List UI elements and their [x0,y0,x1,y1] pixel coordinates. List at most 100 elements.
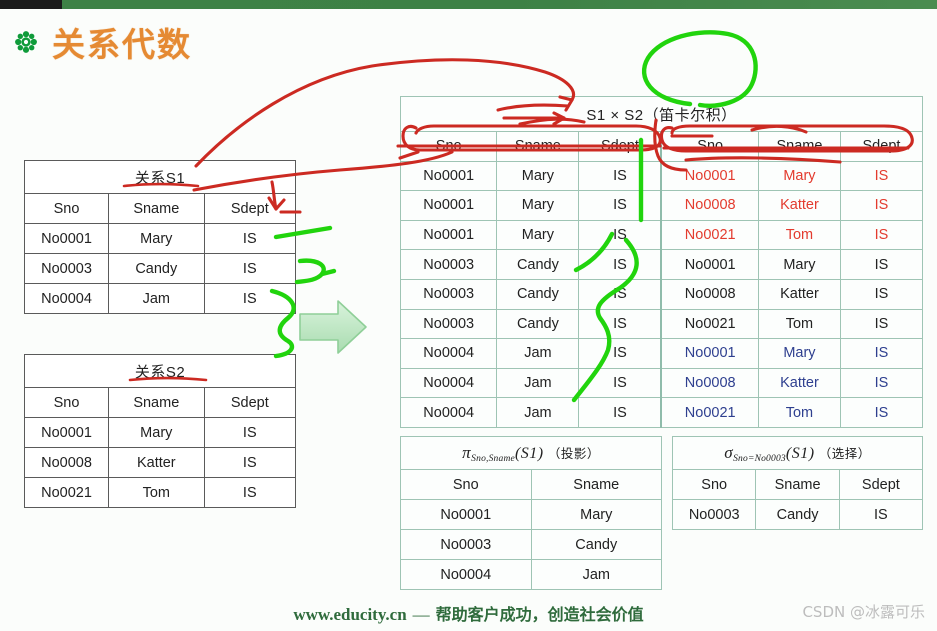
column-header: Sno [23,193,110,224]
table-header-row: Sno Sname Sdept [671,469,924,500]
projection-subscript: Sno,Sname [471,453,515,464]
table-header-row: Sno Sname Sdept Sno Sname Sdept [399,131,924,162]
table-row: No0004 Jam IS No0008 Katter IS [399,367,924,399]
selection-subscript: Sno=No0003 [733,453,786,464]
table-cell: No0001 [399,219,498,251]
table-caption: 关系S1 [24,160,296,194]
slide-canvas: 关系代数 关系S1 Sno Sname Sdept No0001 Mary IS… [0,0,937,631]
table-cell: No0021 [660,219,759,251]
table-cell: No0004 [399,397,498,428]
table-cell: Mary [496,219,580,251]
column-header: Sname [530,469,663,500]
projection-operator-symbol: π [462,442,472,462]
table-cell: Tom [757,308,841,340]
table-caption: σSno=No0003(S1) （选择） [672,436,923,470]
table-cell: No0001 [399,190,498,221]
csdn-watermark: CSDN @冰露可乐 [802,603,925,621]
selection-operator-symbol: σ [724,442,734,462]
table-cell: IS [578,160,662,192]
column-header: Sname [108,387,205,418]
flow-arrow-icon [299,300,367,354]
table-cell: IS [203,253,297,284]
table-cell: IS [578,308,662,340]
table-relation-s1: 关系S1 Sno Sname Sdept No0001 Mary IS No00… [23,160,297,314]
table-cell: Candy [755,499,840,530]
table-cell: No0003 [399,308,498,340]
table-cell: No0001 [23,223,110,254]
table-cell: IS [203,417,297,448]
table-cell: No0003 [399,278,498,310]
table-cell: IS [578,190,662,221]
table-cell: Mary [757,338,841,369]
table-cell: No0001 [660,160,759,192]
table-row: No0003 Candy IS [671,499,924,530]
table-cell: Candy [496,308,580,340]
table-row: No0003 Candy [400,529,663,560]
top-green-bar [0,0,937,9]
table-cell: IS [839,338,924,369]
table-cell: No0001 [23,417,110,448]
table-cell: No0004 [399,338,498,369]
footer-site: www.educity.cn [293,605,407,624]
table-cell: Mary [108,223,205,254]
table-cell: IS [839,278,924,310]
table-cell: No0004 [23,283,110,314]
table-caption: S1 × S2（笛卡尔积） [400,96,923,132]
projection-argument: (S1) [514,444,544,462]
table-row: No0003 Candy IS [23,253,297,284]
column-header: Sname [755,469,840,500]
table-cell: Mary [108,417,205,448]
table-cell: Tom [757,219,841,251]
column-header: Sno [671,469,757,500]
column-header: Sdept [839,131,924,162]
table-selection: σSno=No0003(S1) （选择） Sno Sname Sdept No0… [671,436,924,530]
table-cell: Candy [496,278,580,310]
table-header-row: Sno Sname [400,469,663,500]
table-cell: Candy [108,253,205,284]
table-cell: No0003 [400,529,532,560]
table-cell: IS [578,397,662,428]
footer: www.educity.cn — 帮助客户成功，创造社会价值 [0,601,937,625]
table-caption-row: σSno=No0003(S1) （选择） [672,436,923,470]
table-row: No0001 Mary IS [23,417,297,448]
table-row: No0001 Mary IS No0001 Mary IS [399,160,924,192]
table-cell: Mary [496,160,580,192]
table-cell: Mary [496,190,580,221]
table-row: No0008 Katter IS [23,447,297,478]
table-cell: IS [839,219,924,251]
table-cell: IS [839,190,924,221]
table-cell: IS [578,278,662,310]
table-row: No0003 Candy IS No0008 Katter IS [399,278,924,310]
table-cell: Katter [757,278,841,310]
footer-dash: — [412,605,430,624]
table-cell: No0003 [671,499,757,530]
table-cell: IS [203,447,297,478]
table-row: No0003 Candy IS No0021 Tom IS [399,308,924,340]
table-row: No0004 Jam IS [23,283,297,314]
table-cell: No0003 [23,253,110,284]
page-title-row: 关系代数 [14,18,192,66]
table-cell: IS [839,367,924,399]
page-title: 关系代数 [52,25,192,64]
table-row: No0021 Tom IS [23,477,297,508]
table-cell: IS [203,223,297,254]
table-cell: No0001 [400,499,532,530]
column-header: Sdept [578,131,662,162]
column-header: Sdept [838,469,924,500]
table-cell: IS [839,160,924,192]
table-cell: Mary [757,249,841,280]
green-circle-cartesian [641,30,758,108]
table-cell: Katter [108,447,205,478]
table-cell: No0004 [400,559,532,590]
table-row: No0004 Jam [400,559,663,590]
column-header: Sdept [203,387,297,418]
flower-bullet-icon [15,31,37,53]
table-caption: 关系S2 [24,354,296,388]
selection-argument: (S1) [785,444,815,462]
table-cell: IS [203,283,297,314]
table-cell: IS [839,308,924,340]
table-row: No0004 Jam IS No0001 Mary IS [399,338,924,369]
table-row: No0001 Mary [400,499,663,530]
table-cell: No0021 [660,397,759,428]
table-cell: Mary [530,499,663,530]
